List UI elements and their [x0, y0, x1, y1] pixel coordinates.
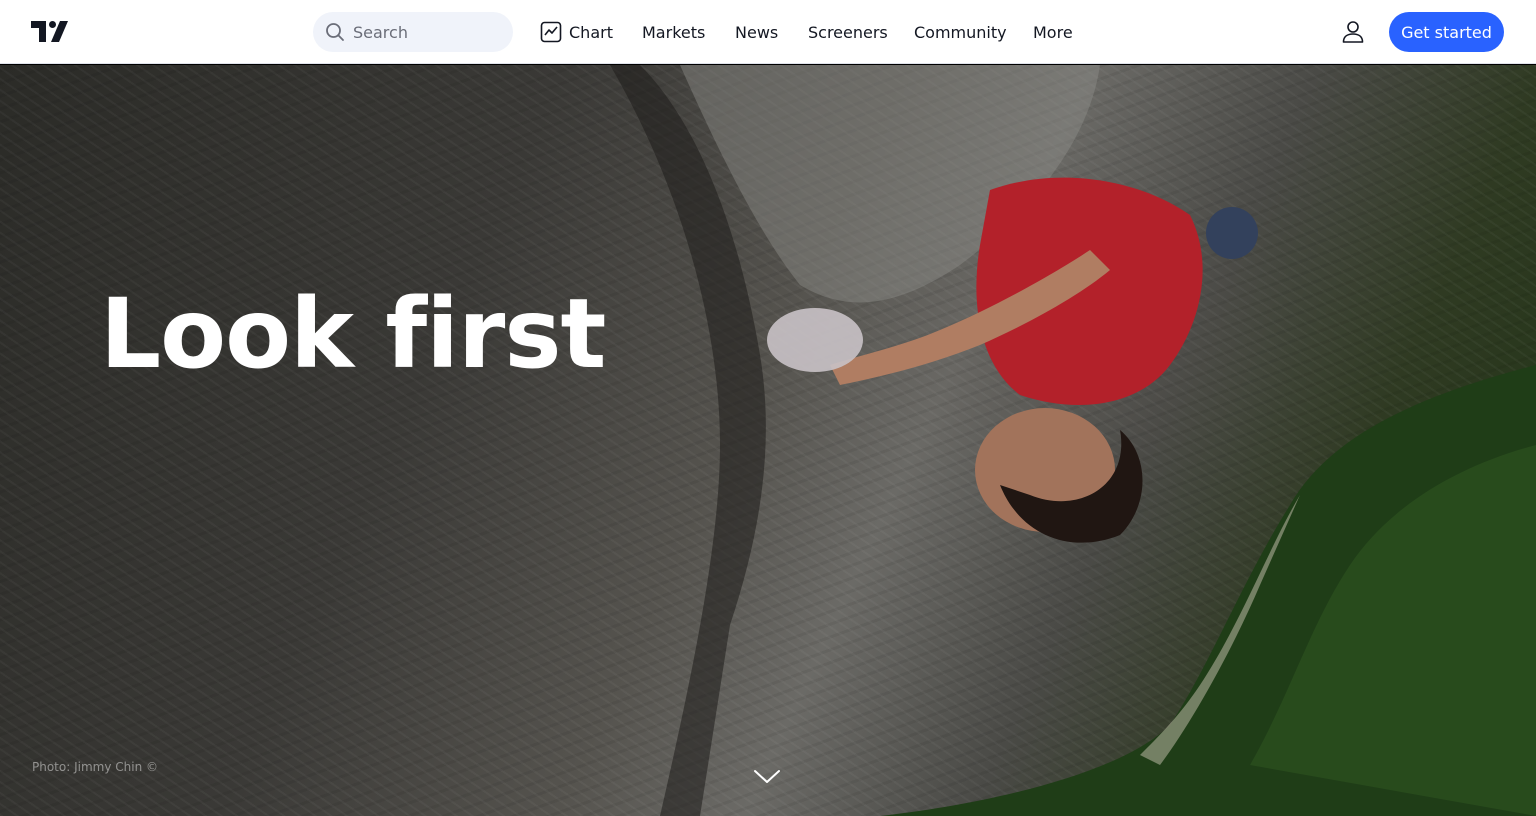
nav-screeners[interactable]: Screeners [808, 20, 888, 44]
nav-screeners-label: Screeners [808, 22, 888, 42]
hero-photo-climber [610, 65, 1536, 816]
hero-section: Look first Photo: Jimmy Chin © [0, 65, 1536, 816]
search-icon [326, 23, 344, 41]
get-started-button[interactable]: Get started [1389, 12, 1504, 52]
nav-chart-label: Chart [569, 22, 613, 42]
search-bar[interactable] [313, 12, 513, 52]
photo-credit: Photo: Jimmy Chin © [32, 760, 158, 774]
nav-community-label: Community [914, 22, 1007, 42]
nav-markets-label: Markets [642, 22, 706, 42]
nav-more-label: More [1033, 22, 1073, 42]
tradingview-logo[interactable] [31, 21, 68, 42]
user-icon[interactable] [1339, 18, 1367, 46]
nav-chart[interactable]: Chart [540, 20, 613, 44]
chevron-down-icon[interactable] [753, 768, 781, 786]
nav-news[interactable]: News [735, 20, 778, 44]
chart-icon [540, 21, 562, 43]
nav-more[interactable]: More [1033, 20, 1073, 44]
search-input[interactable] [353, 22, 493, 42]
nav-community[interactable]: Community [914, 20, 1007, 44]
nav-markets[interactable]: Markets [642, 20, 705, 44]
hero-headline: Look first [100, 278, 606, 390]
nav-news-label: News [735, 22, 779, 42]
top-navigation-bar: Chart Markets News Screeners Community M… [0, 0, 1536, 64]
